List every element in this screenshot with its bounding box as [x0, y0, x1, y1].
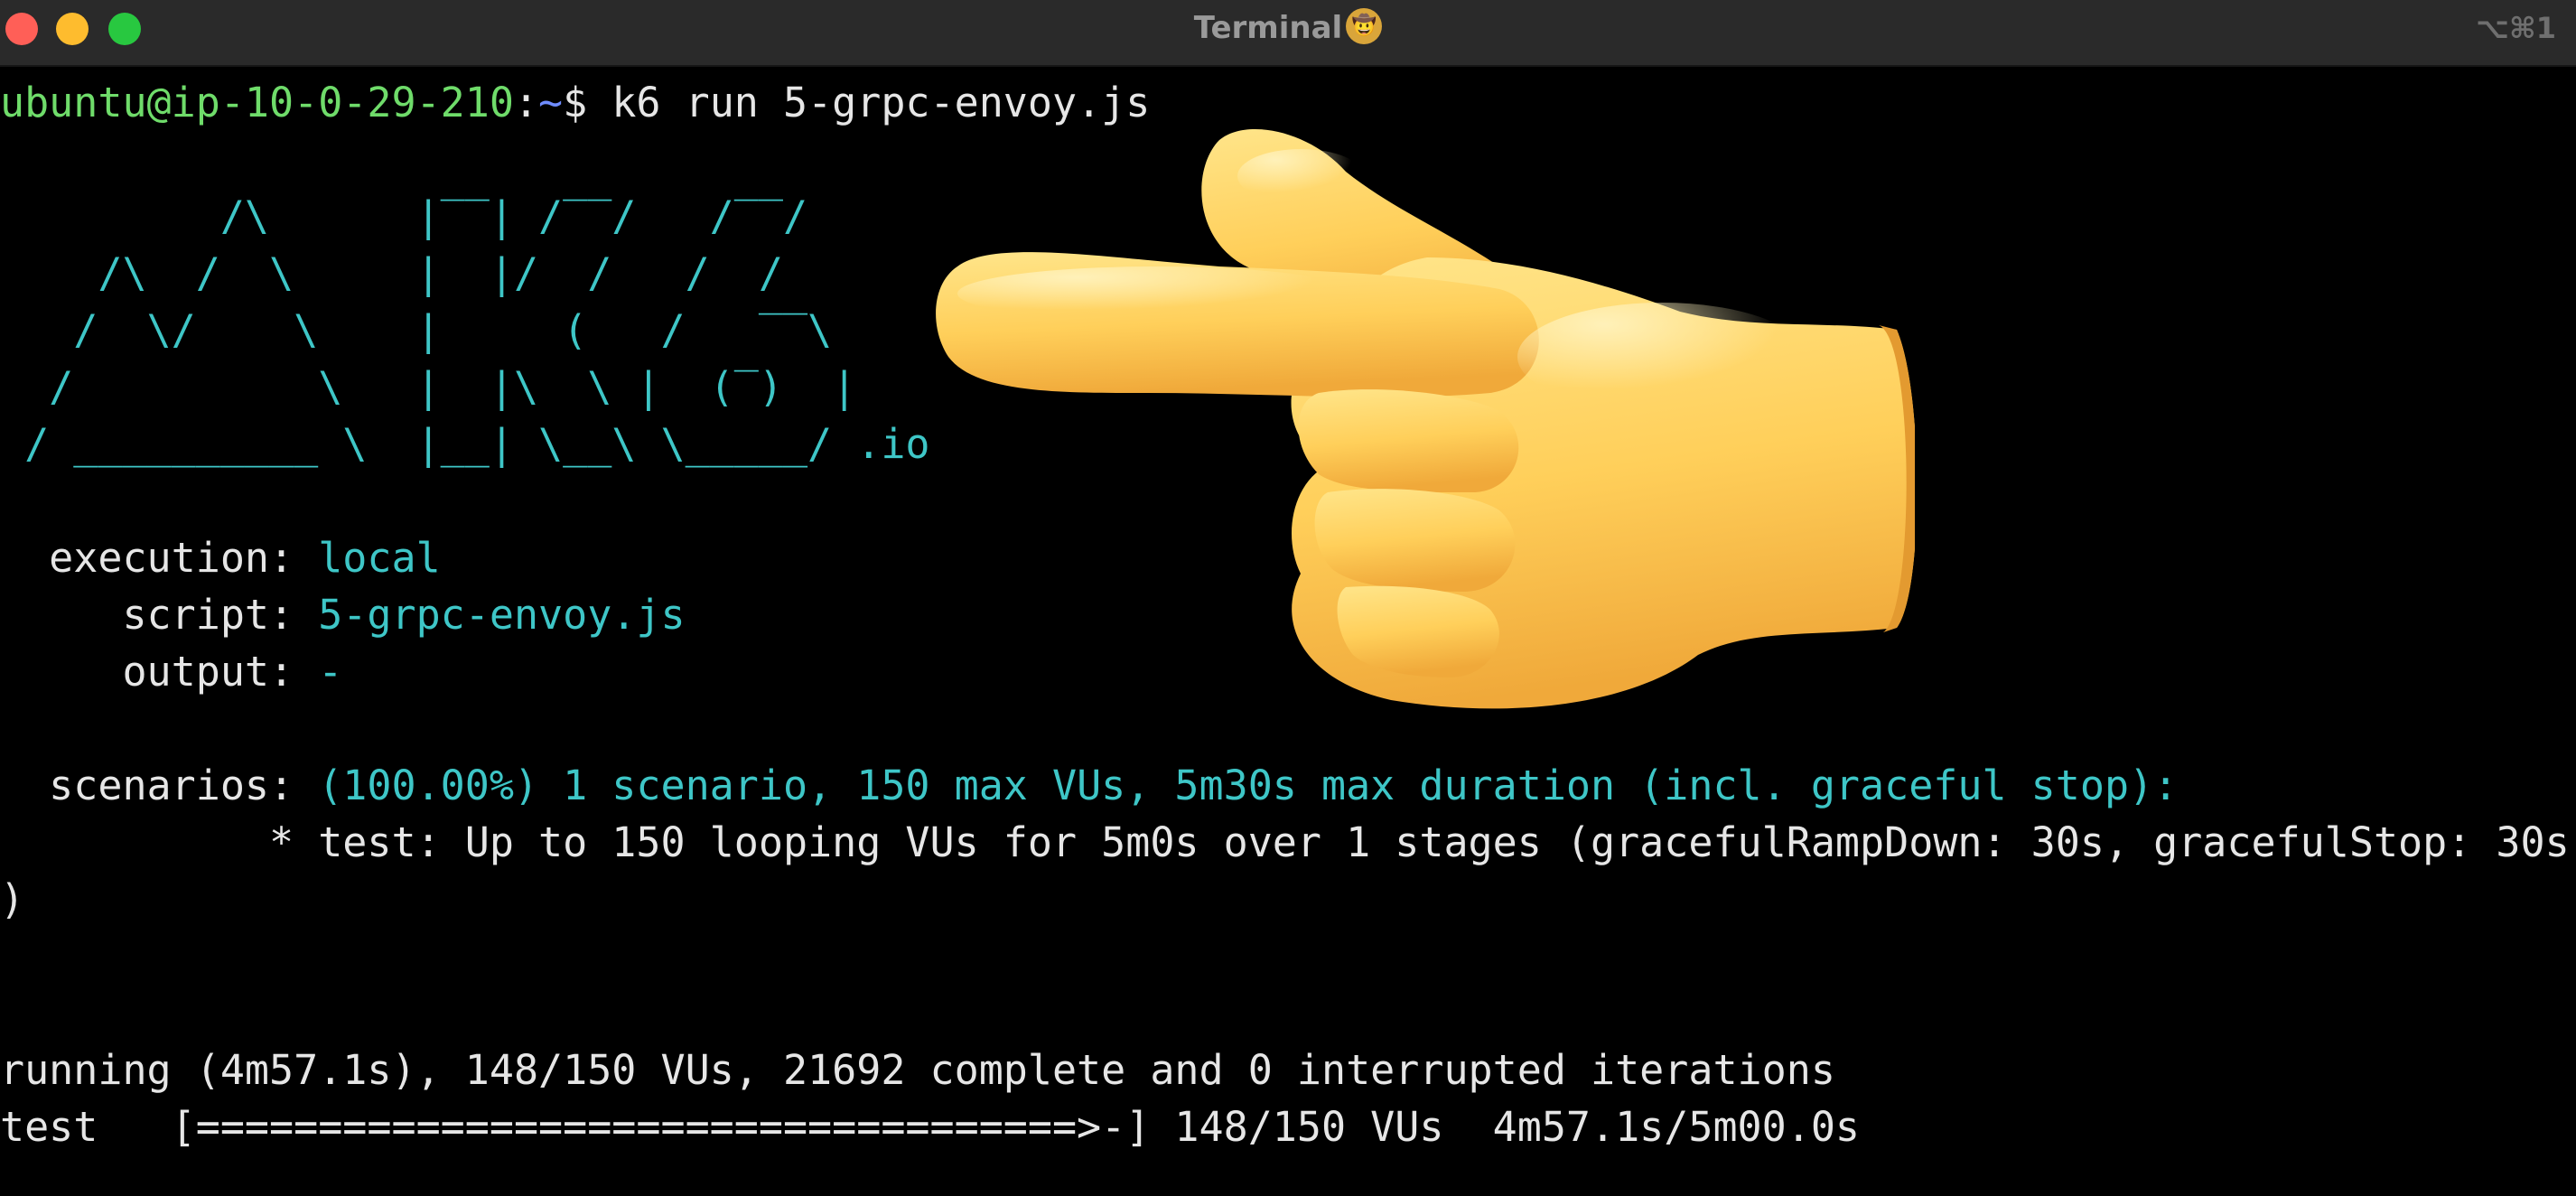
script-label: script:	[0, 591, 319, 639]
scenarios-line: scenarios: (100.00%) 1 scenario, 150 max…	[0, 759, 2178, 813]
execution-label: execution:	[0, 534, 319, 582]
progress-bar-line: test [==================================…	[0, 1103, 1861, 1151]
prompt-separator: :	[513, 79, 539, 126]
output-line: output: -	[0, 645, 342, 699]
cowboy-face-icon: 🤠	[1346, 7, 1383, 44]
window-shortcut-label: ⌥⌘1	[2476, 11, 2556, 45]
prompt-symbol: $	[563, 79, 612, 126]
scenario-detail-wrap: )	[0, 875, 25, 923]
prompt-command: k6 run 5-grpc-envoy.js	[611, 79, 1151, 126]
k6-logo-line-2: /\ / \ | |/ / / /	[0, 249, 783, 297]
script-line: script: 5-grpc-envoy.js	[0, 588, 686, 642]
execution-line: execution: local	[0, 531, 441, 585]
output-label: output:	[0, 648, 319, 696]
k6-logo-line-5: / __________ \ |__| \__\ \_____/ .io	[0, 417, 930, 472]
k6-logo-base: / __________ \ |__| \__\ \_____/	[0, 420, 833, 468]
k6-logo-line-1: /\ |‾‾| /‾‾/ /‾‾/	[0, 192, 808, 240]
scenario-detail-line: * test: Up to 150 looping VUs for 5m0s o…	[0, 818, 2570, 866]
k6-logo-line-4: / \ | |\ \ | (‾) |	[0, 363, 857, 411]
script-value: 5-grpc-envoy.js	[318, 591, 686, 639]
window-title: Terminal 🤠	[0, 0, 2576, 56]
window-titlebar: Terminal 🤠 ⌥⌘1	[0, 0, 2576, 67]
k6-logo-line-3: / \/ \ | ( / ‾‾\	[0, 306, 833, 354]
window-title-text: Terminal	[1193, 10, 1343, 46]
scenarios-label: scenarios:	[0, 762, 319, 809]
execution-value: local	[318, 534, 441, 582]
pointing-hand-icon	[936, 128, 1915, 709]
prompt-path: ~	[538, 79, 564, 126]
running-status-line: running (4m57.1s), 148/150 VUs, 21692 co…	[0, 1046, 1835, 1094]
k6-logo-suffix: .io	[832, 420, 930, 468]
scenarios-value: (100.00%) 1 scenario, 150 max VUs, 5m30s…	[318, 762, 2179, 809]
prompt-user-host: ubuntu@ip-10-0-29-210	[0, 79, 514, 126]
output-value: -	[318, 648, 343, 696]
